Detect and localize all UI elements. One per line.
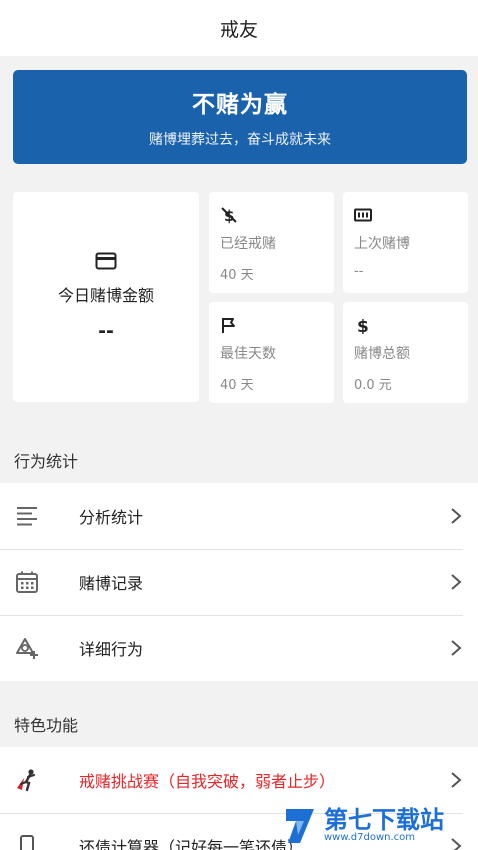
total-amount-value: 0.0 元 <box>354 378 392 393</box>
dollar-icon: $ <box>357 317 369 334</box>
phone-icon <box>20 835 34 850</box>
page-title: 戒友 <box>219 18 258 41</box>
today-amount-label: 今日赌博金额 <box>57 286 154 305</box>
card-icon <box>95 252 117 270</box>
chevron-right-icon <box>451 640 462 656</box>
app-header: 戒友 <box>0 0 478 56</box>
banner-subtitle: 赌博埋葬过去，奋斗成就未来 <box>149 132 331 148</box>
svg-text:$: $ <box>357 317 369 334</box>
list-item-label: 还债计算器（记好每一笔还债） <box>79 838 304 850</box>
list-item-label: 赌博记录 <box>79 574 144 593</box>
list-lines-icon <box>17 507 37 526</box>
hero-icon <box>17 769 36 792</box>
chevron-right-icon <box>451 508 462 524</box>
total-amount-label: 赌博总额 <box>354 346 410 362</box>
best-days-card[interactable]: 最佳天数 40 天 <box>209 302 334 403</box>
site-watermark: 第七下载站 www.d7down.com <box>282 800 472 850</box>
list-item-label: 戒赌挑战赛（自我突破，弱者止步） <box>79 772 336 791</box>
banknote-icon <box>354 208 372 222</box>
last-gamble-value: -- <box>354 264 364 279</box>
last-gamble-card[interactable]: 上次赌博 -- <box>343 192 468 293</box>
behavior-section-title: 行为统计 <box>14 452 79 471</box>
last-gamble-label: 上次赌博 <box>354 236 410 252</box>
behavior-list: 分析统计 赌博记录 详细行为 <box>0 483 478 681</box>
today-amount-value: -- <box>98 320 114 342</box>
money-off-icon: $ <box>221 207 237 224</box>
banner-title: 不赌为赢 <box>192 92 288 118</box>
list-item-label: 详细行为 <box>79 640 144 659</box>
list-item-analysis[interactable]: 分析统计 <box>0 483 478 549</box>
shapes-add-icon <box>16 638 38 659</box>
calendar-icon <box>16 571 38 593</box>
chevron-right-icon <box>451 772 462 788</box>
list-item-behavior-detail[interactable]: 详细行为 <box>0 615 478 681</box>
list-item-label: 分析统计 <box>79 508 144 527</box>
today-amount-card[interactable]: 今日赌博金额 -- <box>13 192 199 402</box>
total-amount-card[interactable]: $ 赌博总额 0.0 元 <box>343 302 468 403</box>
quit-days-value: 40 天 <box>220 268 254 283</box>
list-item-records[interactable]: 赌博记录 <box>0 549 478 615</box>
best-days-value: 40 天 <box>220 378 254 393</box>
flag-icon <box>222 318 235 333</box>
features-section-title: 特色功能 <box>14 716 79 735</box>
watermark-text: 第七下载站 <box>324 805 444 834</box>
chevron-right-icon <box>451 574 462 590</box>
quit-days-label: 已经戒赌 <box>220 236 276 252</box>
quit-days-card[interactable]: $ 已经戒赌 40 天 <box>209 192 334 293</box>
watermark-logo-icon <box>286 809 314 843</box>
motto-banner: 不赌为赢 赌博埋葬过去，奋斗成就未来 <box>13 70 467 164</box>
best-days-label: 最佳天数 <box>220 346 276 362</box>
